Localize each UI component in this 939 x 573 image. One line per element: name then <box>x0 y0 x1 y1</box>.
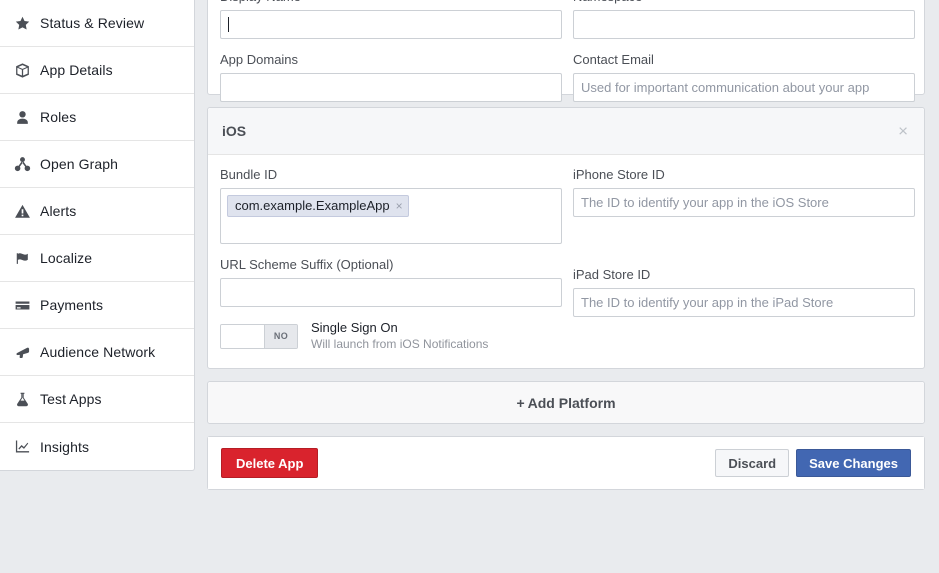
display-name-input[interactable] <box>220 10 562 39</box>
ipad-store-id-input[interactable] <box>573 288 915 317</box>
add-platform-card: + Add Platform <box>207 381 925 424</box>
sidebar-item-label: Roles <box>40 109 77 125</box>
ios-grid: Bundle ID com.example.ExampleApp × URL S… <box>220 167 915 364</box>
basic-settings-card: Display Name App Domains <box>207 0 925 102</box>
single-sign-on-toggle[interactable]: NO <box>220 323 298 349</box>
basic-settings-grid: Display Name App Domains <box>220 0 915 115</box>
close-icon[interactable]: × <box>898 123 908 140</box>
flask-icon <box>14 391 40 408</box>
basic-left-column: Display Name App Domains <box>220 0 562 115</box>
sidebar-item-roles[interactable]: Roles <box>0 94 194 141</box>
toggle-knob <box>221 324 265 348</box>
box-icon <box>14 62 40 79</box>
add-platform-label: + Add Platform <box>516 395 615 411</box>
field-iphone-store-id: iPhone Store ID <box>573 167 915 217</box>
ios-left-column: Bundle ID com.example.ExampleApp × URL S… <box>220 167 562 364</box>
graph-nodes-icon <box>14 156 40 173</box>
ios-section-title: iOS <box>222 123 247 139</box>
plus-icon: + <box>516 394 525 411</box>
footer-actions: Delete App Discard Save Changes <box>208 437 924 489</box>
basic-right-column: Namespace Contact Email <box>573 0 915 115</box>
bundle-id-token-text: com.example.ExampleApp <box>235 198 390 213</box>
ipad-store-id-label: iPad Store ID <box>573 267 651 282</box>
sidebar-item-alerts[interactable]: Alerts <box>0 188 194 235</box>
display-name-input-wrap <box>220 10 562 39</box>
app-domains-input[interactable] <box>220 73 562 102</box>
sidebar-item-label: App Details <box>40 62 113 78</box>
add-platform-text: Add Platform <box>527 394 616 411</box>
footer-actions-card: Delete App Discard Save Changes <box>207 436 925 490</box>
field-ipad-store-id: iPad Store ID <box>573 267 915 317</box>
ios-section-header: iOS × <box>208 108 924 155</box>
field-bundle-id: Bundle ID com.example.ExampleApp × <box>220 167 562 244</box>
sidebar-nav: Settings Status & Review App Details Rol… <box>0 0 195 471</box>
bundle-id-token[interactable]: com.example.ExampleApp × <box>227 195 409 217</box>
field-contact-email: Contact Email <box>573 52 915 102</box>
sidebar-item-status-review[interactable]: Status & Review <box>0 0 194 47</box>
sidebar-item-label: Open Graph <box>40 156 119 172</box>
iphone-store-id-input[interactable] <box>573 188 915 217</box>
credit-card-icon <box>14 297 40 314</box>
delete-app-button[interactable]: Delete App <box>221 448 319 478</box>
sidebar-item-audience-network[interactable]: Audience Network <box>0 329 194 376</box>
bundle-id-token-field[interactable]: com.example.ExampleApp × <box>220 188 562 244</box>
person-icon <box>14 109 40 126</box>
main-content: Display Name App Domains <box>207 0 925 502</box>
warning-icon <box>14 203 40 220</box>
namespace-input[interactable] <box>573 10 915 39</box>
add-platform-button[interactable]: + Add Platform <box>208 382 924 423</box>
sidebar-item-insights[interactable]: Insights <box>0 423 194 470</box>
sidebar-item-localize[interactable]: Localize <box>0 235 194 282</box>
ios-section-body: Bundle ID com.example.ExampleApp × URL S… <box>208 155 924 368</box>
megaphone-icon <box>14 344 40 361</box>
app-settings-page: Settings Status & Review App Details Rol… <box>0 0 939 573</box>
text-caret <box>228 17 229 32</box>
single-sign-on-text: Single Sign On Will launch from iOS Noti… <box>311 320 488 352</box>
url-scheme-suffix-input[interactable] <box>220 278 562 307</box>
field-app-domains: App Domains <box>220 52 562 102</box>
flag-icon <box>14 250 40 267</box>
single-sign-on-row: NO Single Sign On Will launch from iOS N… <box>220 320 562 352</box>
star-icon <box>14 15 40 32</box>
sidebar-item-label: Localize <box>40 250 93 266</box>
sidebar-item-label: Status & Review <box>40 15 145 31</box>
app-domains-label: App Domains <box>220 52 299 67</box>
ios-platform-card: iOS × Bundle ID com.example.ExampleApp × <box>207 107 925 369</box>
save-changes-button[interactable]: Save Changes <box>796 449 911 477</box>
ios-right-column: iPhone Store ID iPad Store ID <box>573 167 915 364</box>
sidebar-item-app-details[interactable]: App Details <box>0 47 194 94</box>
sidebar-item-open-graph[interactable]: Open Graph <box>0 141 194 188</box>
single-sign-on-title: Single Sign On <box>311 320 398 335</box>
sidebar-item-label: Insights <box>40 438 90 455</box>
bundle-id-label: Bundle ID <box>220 167 278 182</box>
iphone-store-id-label: iPhone Store ID <box>573 167 665 182</box>
sidebar-item-label: Alerts <box>40 203 77 219</box>
scroll-gutter[interactable] <box>925 0 939 573</box>
toggle-state-label: NO <box>265 324 297 348</box>
contact-email-label: Contact Email <box>573 52 654 67</box>
namespace-label: Namespace <box>573 0 915 5</box>
url-scheme-suffix-label: URL Scheme Suffix (Optional) <box>220 257 394 272</box>
discard-button[interactable]: Discard <box>715 449 790 477</box>
sidebar-item-test-apps[interactable]: Test Apps <box>0 376 194 423</box>
token-remove-icon[interactable]: × <box>396 198 403 214</box>
ios-right-spacer <box>573 230 915 267</box>
single-sign-on-subtitle: Will launch from iOS Notifications <box>311 337 489 351</box>
sidebar-item-label: Payments <box>40 297 104 313</box>
contact-email-input[interactable] <box>573 73 915 102</box>
display-name-label: Display Name <box>220 0 562 5</box>
field-display-name: Display Name <box>220 0 562 39</box>
sidebar-item-label: Test Apps <box>40 391 102 407</box>
sidebar-item-label: Audience Network <box>40 344 156 360</box>
chart-line-icon <box>14 438 40 455</box>
field-namespace: Namespace <box>573 0 915 39</box>
sidebar-item-payments[interactable]: Payments <box>0 282 194 329</box>
field-url-scheme-suffix: URL Scheme Suffix (Optional) <box>220 257 562 307</box>
